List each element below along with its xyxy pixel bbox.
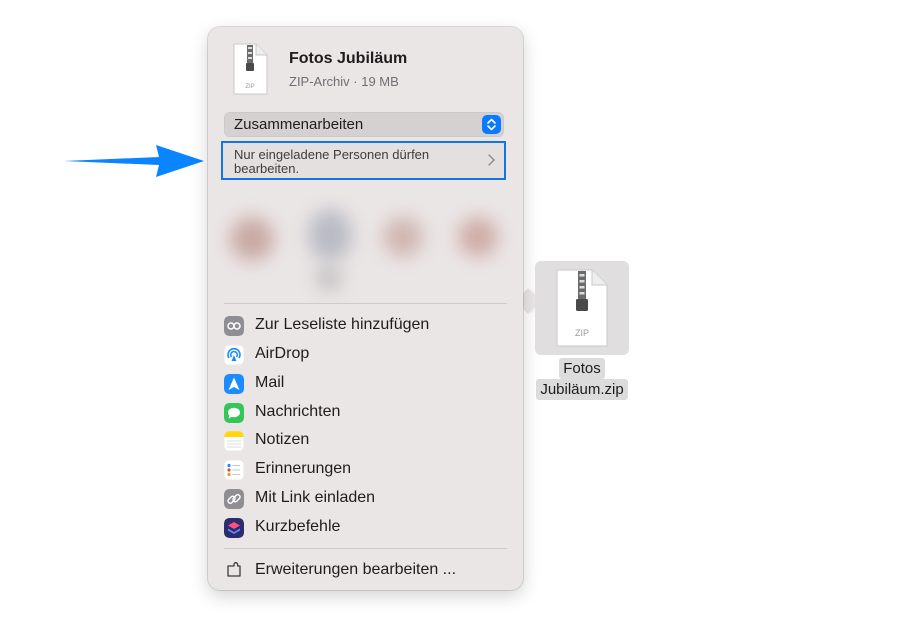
mail-icon: [224, 374, 244, 394]
menu-item-messages[interactable]: Nachrichten: [224, 400, 507, 426]
menu-item-label: Erweiterungen bearbeiten ...: [255, 561, 457, 578]
menu-item-notes[interactable]: Notizen: [224, 428, 507, 454]
contact-avatar-blurred: [308, 209, 352, 261]
menu-item-label: Mail: [255, 374, 285, 391]
file-header: ZIP Fotos Jubiläum ZIP-Archiv · 19 MB: [230, 43, 510, 99]
desktop-file-caption[interactable]: Fotos Jubiläum.zip: [528, 358, 636, 400]
reading-list-icon: [224, 316, 244, 336]
share-popover: ZIP Fotos Jubiläum ZIP-Archiv · 19 MB Zu…: [208, 27, 523, 590]
access-permissions-row[interactable]: Nur eingeladene Personen dürfen bearbeit…: [221, 141, 506, 180]
messages-icon: [224, 403, 244, 423]
caption-line: Jubiläum.zip: [536, 379, 628, 400]
menu-item-label: Notizen: [255, 431, 310, 448]
menu-item-reading-list[interactable]: Zur Leseliste hinzufügen: [224, 313, 507, 339]
menu-item-label: Mit Link einladen: [255, 489, 376, 506]
chevron-updown-icon: [482, 115, 501, 134]
menu-item-label: Kurzbefehle: [255, 518, 341, 535]
zip-icon-label: ZIP: [245, 84, 254, 90]
link-icon: [224, 489, 244, 509]
menu-item-label: Erinnerungen: [255, 460, 352, 477]
share-mode-value: Zusammenarbeiten: [234, 116, 364, 133]
zip-icon-label: ZIP: [575, 328, 589, 338]
menu-item-label: Nachrichten: [255, 403, 341, 420]
divider: [224, 303, 507, 304]
shortcuts-icon: [224, 518, 244, 538]
zip-file-icon: ZIP: [556, 269, 608, 347]
notes-icon: [224, 431, 244, 451]
file-title: Fotos Jubiläum: [289, 50, 408, 67]
menu-item-shortcuts[interactable]: Kurzbefehle: [224, 515, 507, 541]
contact-avatar-blurred: [230, 217, 274, 261]
extensions-icon: [227, 562, 241, 577]
desktop-file-item[interactable]: ZIP: [535, 261, 629, 355]
chevron-right-icon: [488, 154, 495, 166]
menu-item-invite-link[interactable]: Mit Link einladen: [224, 486, 507, 512]
pointer-arrow-icon: [64, 145, 204, 177]
file-meta: ZIP-Archiv · 19 MB: [289, 74, 399, 89]
menu-item-label: Zur Leseliste hinzufügen: [255, 316, 430, 333]
menu-item-mail[interactable]: Mail: [224, 371, 507, 397]
blurred-contacts-area: [208, 195, 523, 303]
menu-item-airdrop[interactable]: AirDrop: [224, 342, 507, 368]
zip-file-icon: ZIP: [233, 43, 268, 95]
reminders-icon: [224, 460, 244, 480]
menu-item-edit-extensions[interactable]: Erweiterungen bearbeiten ...: [224, 558, 507, 584]
airdrop-icon: [224, 345, 244, 365]
contact-avatar-blurred: [316, 265, 342, 291]
access-permissions-text: Nur eingeladene Personen dürfen bearbeit…: [234, 147, 430, 176]
caption-line: Fotos: [559, 358, 605, 379]
share-mode-select[interactable]: Zusammenarbeiten: [224, 112, 504, 137]
menu-item-label: AirDrop: [255, 345, 310, 362]
menu-item-reminders[interactable]: Erinnerungen: [224, 457, 507, 483]
contact-avatar-blurred: [458, 217, 498, 257]
divider: [224, 548, 507, 549]
contact-avatar-blurred: [383, 217, 423, 257]
